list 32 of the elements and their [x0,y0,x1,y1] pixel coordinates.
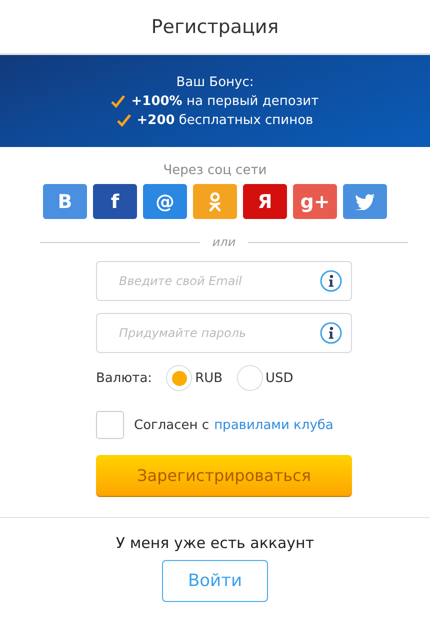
checkbox[interactable] [96,411,124,439]
account-text: У меня уже есть аккаунт [114,534,316,552]
radio-label[interactable]: RUB [195,370,223,386]
rules-link[interactable]: правилами клуба [214,418,334,432]
bonus-item: +100% на первый депозит [131,94,319,108]
agree-text: Согласен с [134,418,210,432]
currency-label: Валюта: [96,370,152,386]
input-field[interactable]: Введите свой Email [96,261,352,301]
input-field[interactable]: Придумайте пароль [96,313,352,353]
divider-text: или [212,235,236,249]
bonus-item: +200 бесплатных спинов [136,112,314,128]
info-icon[interactable] [320,270,342,292]
bird-icon [355,194,375,210]
login-button[interactable]: Войти [162,560,268,602]
page-title: Регистрация [151,16,279,38]
social-button[interactable]: @ [143,184,187,219]
radio-button[interactable] [236,365,263,391]
check-icon [116,114,131,126]
social-button[interactable]: Я [243,184,287,219]
register-button[interactable]: Зарегистрироваться [96,455,352,497]
radio-label[interactable]: USD [266,370,294,386]
radio-button[interactable] [166,365,192,391]
person-icon [208,192,222,212]
check-icon [111,94,126,108]
bonus-title: Ваш Бонус: [176,74,254,90]
info-icon[interactable] [320,322,342,344]
social-button[interactable]: f [93,184,137,219]
social-button[interactable] [343,184,387,219]
social-button[interactable]: B [43,184,87,219]
social-button[interactable] [193,184,237,219]
social-button[interactable]: g+ [293,184,337,219]
social-label: Через соц сети [162,163,268,178]
